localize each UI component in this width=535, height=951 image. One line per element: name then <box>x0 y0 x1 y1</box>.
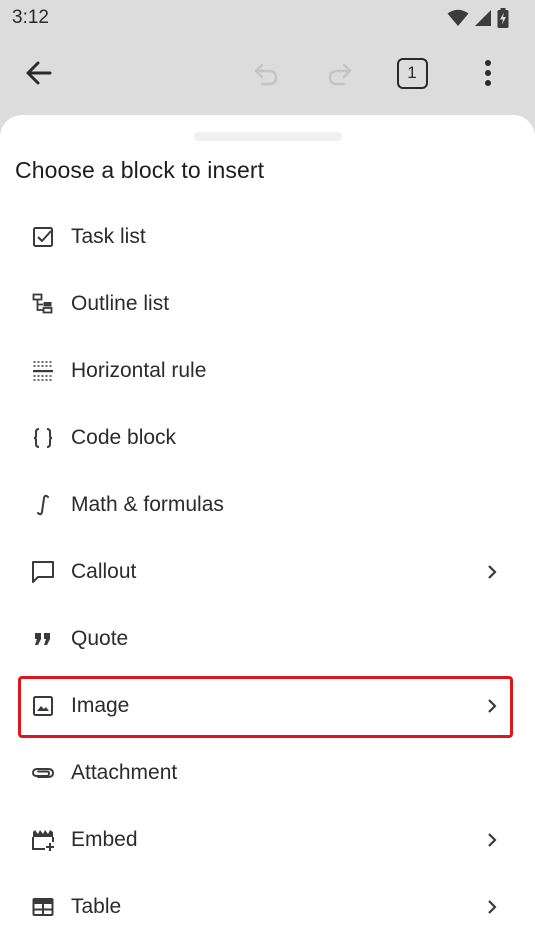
block-item-callout[interactable]: Callout <box>0 538 535 605</box>
block-label: Code block <box>71 425 177 449</box>
block-label: Horizontal rule <box>71 358 207 382</box>
speech-bubble-icon <box>30 559 56 585</box>
wifi-icon <box>447 9 469 27</box>
editor-toolbar: 1 <box>0 36 535 110</box>
block-label: Outline list <box>71 291 170 315</box>
block-item-outline-list[interactable]: Outline list <box>0 270 535 337</box>
horizontal-rule-icon <box>30 358 56 384</box>
battery-charging-icon <box>497 8 509 28</box>
block-label: Image <box>71 693 130 717</box>
outline-list-icon <box>30 291 56 317</box>
block-label: Math & formulas <box>71 492 224 516</box>
table-icon <box>30 894 56 920</box>
chevron-right-icon <box>481 829 503 851</box>
undo-button[interactable] <box>246 53 286 93</box>
block-item-table[interactable]: Table <box>0 873 535 940</box>
block-label: Callout <box>71 559 137 583</box>
sheet-title: Choose a block to insert <box>15 157 265 183</box>
block-label: Embed <box>71 827 138 851</box>
redo-icon <box>328 63 352 86</box>
block-label: Table <box>71 894 122 918</box>
block-item-embed[interactable]: Embed <box>0 806 535 873</box>
signal-icon <box>474 9 492 27</box>
block-item-task-list[interactable]: Task list <box>0 203 535 270</box>
arrow-left-icon <box>26 61 52 85</box>
redo-button[interactable] <box>320 53 360 93</box>
chevron-right-icon <box>481 695 503 717</box>
integral-icon <box>30 492 56 518</box>
braces-icon <box>30 425 56 451</box>
back-button[interactable] <box>19 53 59 93</box>
undo-icon <box>254 63 278 86</box>
more-options-button[interactable] <box>468 53 508 93</box>
status-icons <box>447 8 509 28</box>
embed-icon <box>30 827 56 853</box>
block-item-attachment[interactable]: Attachment <box>0 739 535 806</box>
block-item-math-formulas[interactable]: Math & formulas <box>0 471 535 538</box>
checkbox-icon <box>30 224 56 250</box>
chevron-right-icon <box>481 561 503 583</box>
block-list: Task list Outline list Horizontal rule C… <box>0 203 535 940</box>
tab-switcher-button[interactable]: 1 <box>392 53 432 93</box>
tab-count: 1 <box>407 63 417 82</box>
chevron-right-icon <box>481 896 503 918</box>
block-label: Task list <box>71 224 146 248</box>
block-item-image[interactable]: Image <box>0 672 535 739</box>
image-icon <box>30 693 56 719</box>
tab-counter-box: 1 <box>396 57 428 89</box>
status-time: 3:12 <box>12 7 49 28</box>
quote-icon <box>30 626 56 652</box>
status-bar: 3:12 <box>0 0 535 36</box>
block-item-horizontal-rule[interactable]: Horizontal rule <box>0 337 535 404</box>
more-vertical-icon <box>485 60 491 86</box>
paperclip-icon <box>30 760 56 786</box>
block-item-code-block[interactable]: Code block <box>0 404 535 471</box>
block-label: Quote <box>71 626 129 650</box>
block-item-quote[interactable]: Quote <box>0 605 535 672</box>
block-label: Attachment <box>71 760 178 784</box>
drag-handle[interactable] <box>194 132 342 141</box>
insert-block-sheet: Choose a block to insert Task list Outli… <box>0 115 535 951</box>
